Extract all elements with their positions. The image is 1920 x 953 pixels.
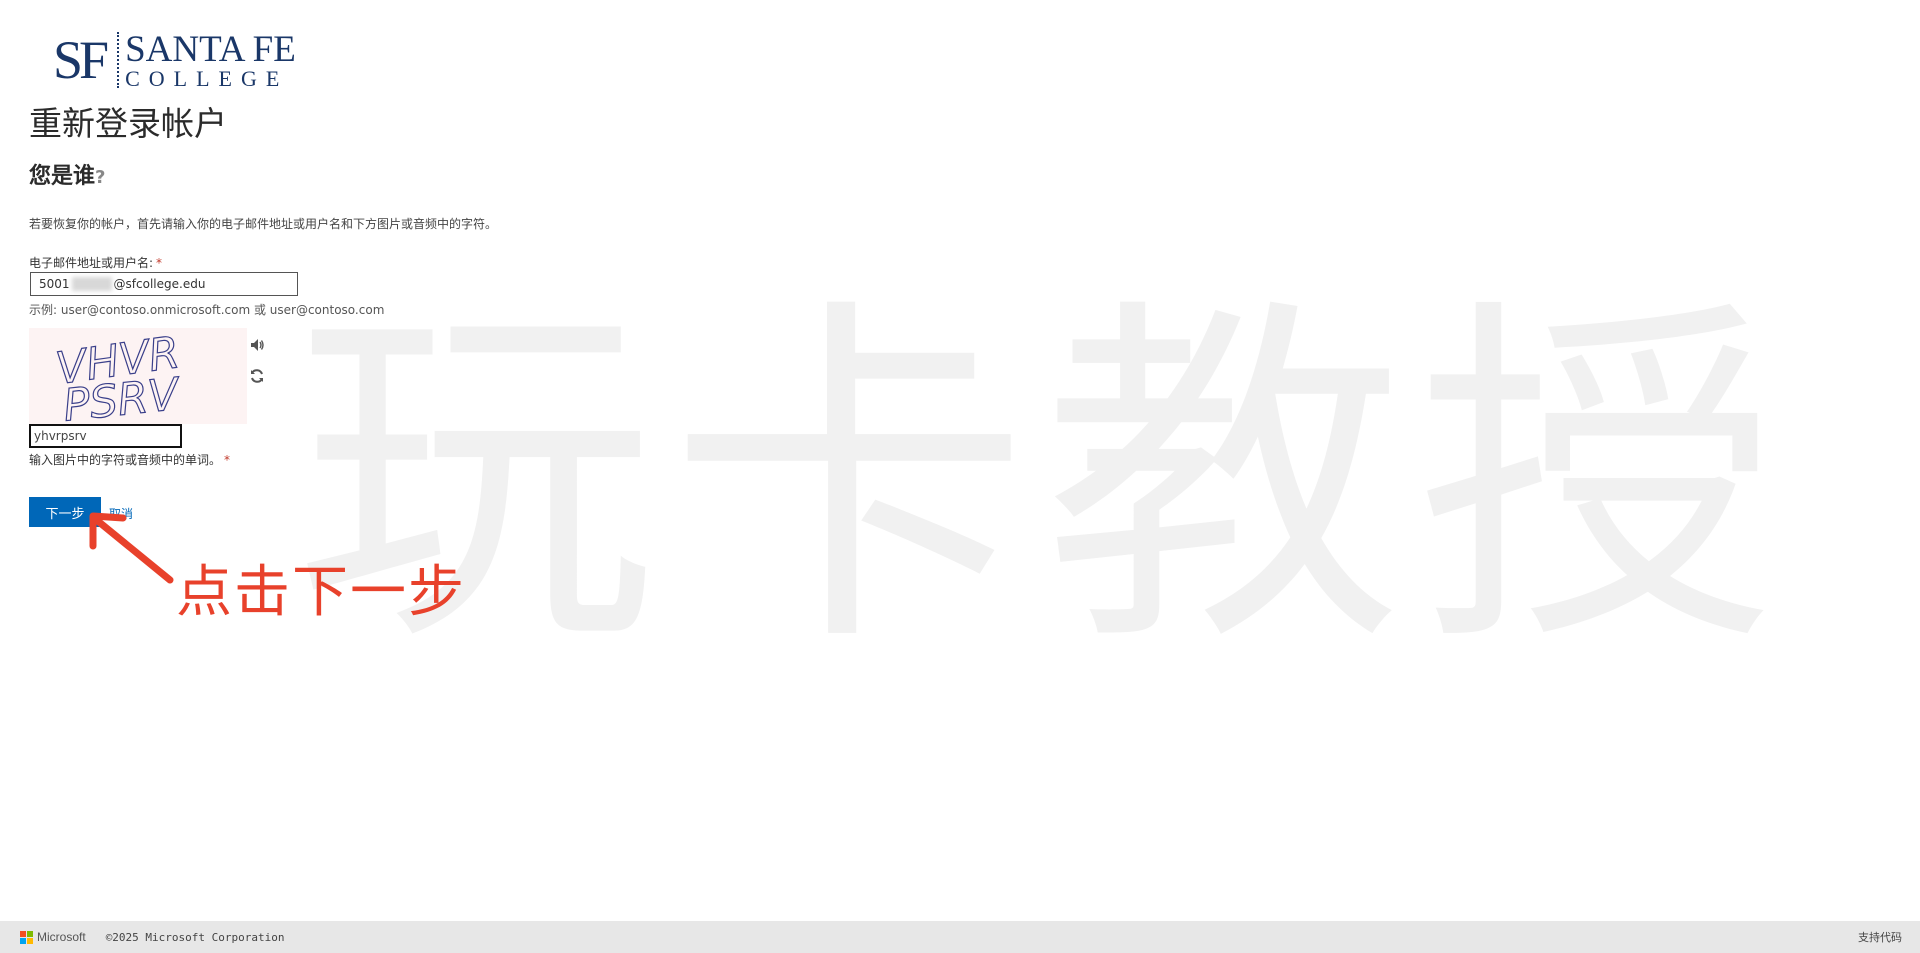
email-value-suffix: @sfcollege.edu	[113, 277, 206, 291]
speaker-icon[interactable]	[248, 336, 266, 354]
microsoft-logo-icon	[20, 930, 33, 944]
section-title-mark: ?	[95, 167, 106, 188]
captcha-graphic: VHVR PSRV	[52, 327, 184, 433]
logo-line2: COLLEGE	[125, 65, 289, 91]
logo-wordmark: SANTA FE COLLEGE	[125, 31, 296, 90]
section-title: 您是谁?	[29, 164, 105, 190]
santa-fe-college-logo: SF SANTA FE COLLEGE	[53, 30, 296, 90]
captcha-image: VHVR PSRV	[29, 327, 247, 433]
email-input[interactable]: 5001 @sfcollege.edu	[30, 272, 298, 296]
email-label-text: 电子邮件地址或用户名:	[29, 256, 154, 270]
refresh-icon[interactable]	[248, 367, 266, 385]
required-mark: *	[224, 453, 231, 467]
captcha-help-text: 输入图片中的字符或音频中的单词。	[29, 453, 222, 467]
redacted-block	[71, 277, 112, 291]
copyright: ©2025 Microsoft Corporation	[105, 930, 285, 944]
required-mark: *	[156, 256, 163, 270]
footer: Microsoft ©2025 Microsoft Corporation 支持…	[0, 921, 1920, 953]
captcha-help: 输入图片中的字符或音频中的单词。 *	[29, 451, 230, 468]
captcha-input[interactable]: yhvrpsrv	[29, 424, 182, 448]
microsoft-brand: Microsoft	[37, 930, 86, 944]
email-value-prefix: 5001	[39, 277, 70, 291]
email-example: 示例: user@contoso.onmicrosoft.com 或 user@…	[29, 303, 385, 317]
page-title: 重新登录帐户	[29, 104, 227, 143]
logo-initials: SF	[53, 30, 109, 90]
annotation-text: 点击下一步	[176, 560, 466, 625]
main-content: SF SANTA FE COLLEGE 重新登录帐户 您是谁? 若要恢复你的帐户…	[0, 0, 1920, 921]
support-code-link[interactable]: 支持代码	[1858, 929, 1902, 945]
arrow-icon	[89, 512, 174, 584]
microsoft-logo: Microsoft	[20, 930, 86, 944]
description: 若要恢复你的帐户，首先请输入你的电子邮件地址或用户名和下方图片或音频中的字符。	[29, 217, 498, 231]
section-title-text: 您是谁	[29, 164, 96, 189]
logo-line1: SANTA FE	[125, 28, 296, 70]
email-label: 电子邮件地址或用户名: *	[29, 254, 162, 271]
logo-divider	[117, 32, 120, 88]
